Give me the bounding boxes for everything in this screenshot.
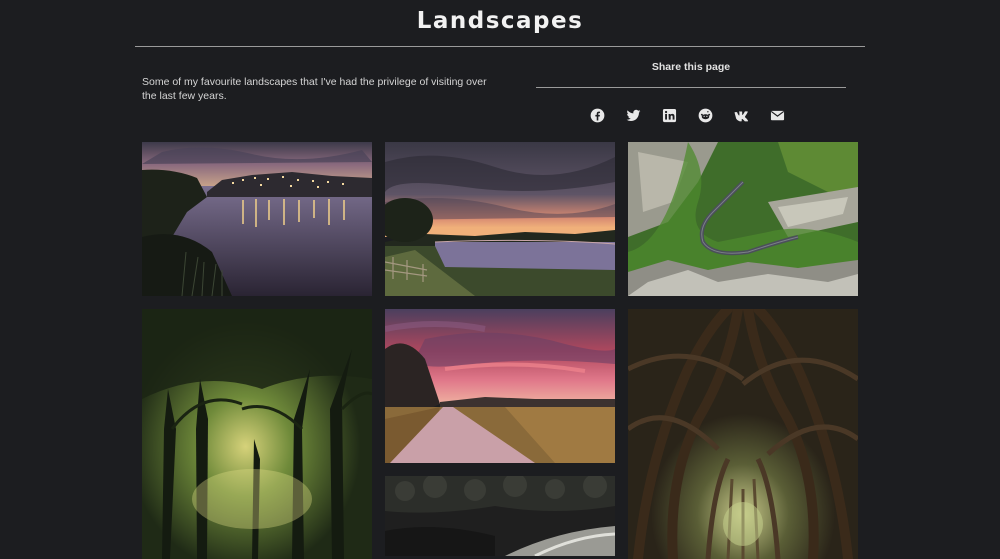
twitter-icon[interactable] <box>626 105 662 125</box>
gallery-photo[interactable] <box>628 309 858 559</box>
page-title: Landscapes <box>416 8 584 34</box>
gallery-photo[interactable] <box>142 142 372 296</box>
gallery-photo[interactable] <box>385 476 615 556</box>
reddit-icon[interactable] <box>698 105 734 125</box>
gallery-photo[interactable] <box>385 309 615 463</box>
gallery-photo[interactable] <box>142 309 372 559</box>
email-icon[interactable] <box>770 105 806 125</box>
gallery-photo[interactable] <box>628 142 858 296</box>
facebook-icon[interactable] <box>590 105 626 125</box>
title-divider <box>135 46 865 47</box>
vk-icon[interactable] <box>734 105 770 125</box>
share-title: Share this page <box>651 61 731 73</box>
share-buttons <box>590 105 806 125</box>
linkedin-icon[interactable] <box>662 105 698 125</box>
gallery-photo[interactable] <box>385 142 615 296</box>
share-divider <box>536 87 846 88</box>
intro-text: Some of my favourite landscapes that I'v… <box>142 76 487 102</box>
